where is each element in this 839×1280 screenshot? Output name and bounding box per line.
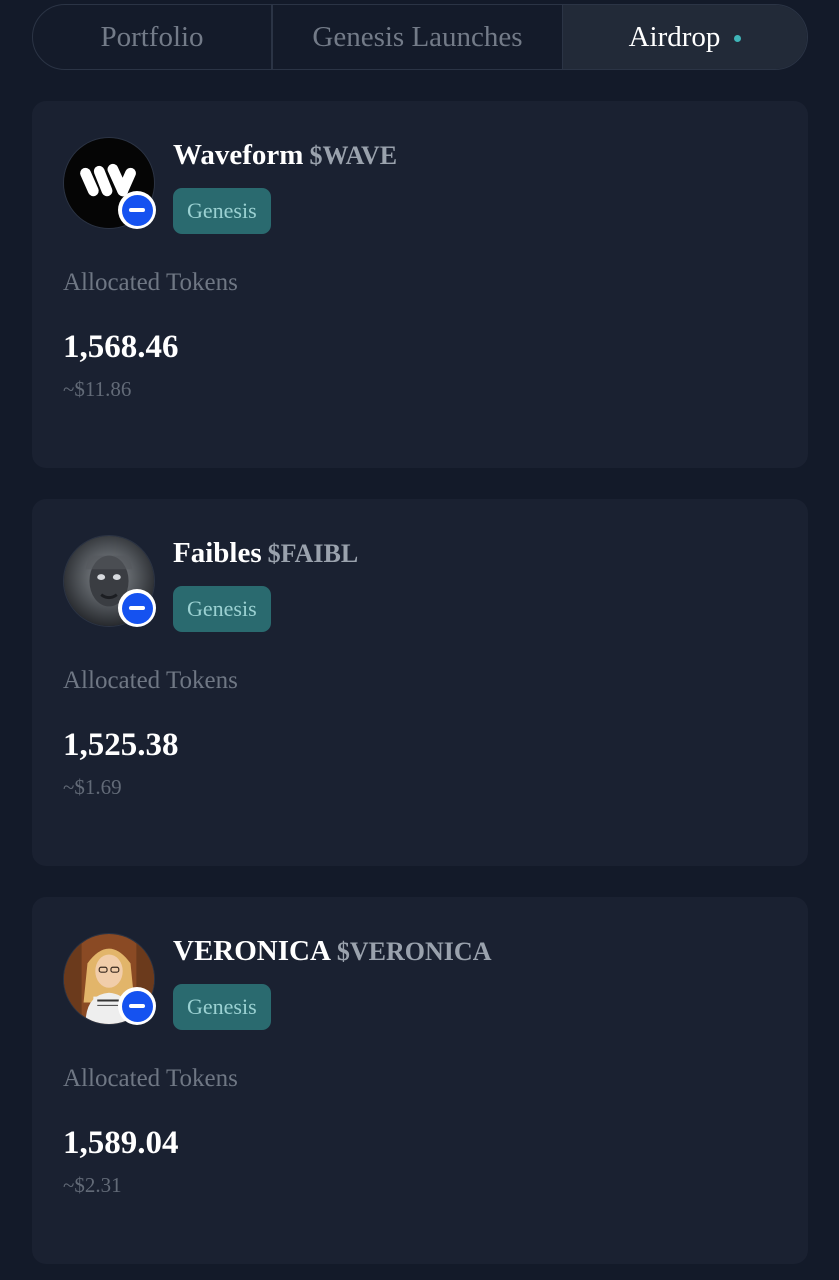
tab-bar: Portfolio Genesis Launches Airdrop — [32, 4, 808, 70]
allocated-tokens-label: Allocated Tokens — [63, 667, 238, 694]
allocated-tokens-label: Allocated Tokens — [63, 1065, 238, 1092]
token-title: Waveform $WAVE — [173, 139, 397, 172]
token-title: VERONICA $VERONICA — [173, 935, 491, 968]
token-ticker: $VERONICA — [336, 937, 492, 966]
token-title: Faibles $FAIBL — [173, 537, 358, 570]
usd-value: ~$2.31 — [63, 1173, 122, 1197]
token-name: VERONICA — [173, 935, 331, 967]
base-chain-icon — [118, 987, 156, 1025]
tab-airdrop[interactable]: Airdrop — [563, 5, 807, 69]
allocated-amount: 1,525.38 — [63, 727, 179, 763]
allocated-tokens-label: Allocated Tokens — [63, 269, 238, 296]
token-avatar — [63, 535, 157, 629]
tab-label: Portfolio — [100, 20, 204, 53]
airdrop-card[interactable]: Faibles $FAIBL Genesis Allocated Tokens 1… — [32, 499, 808, 866]
base-chain-icon — [118, 589, 156, 627]
usd-value: ~$11.86 — [63, 377, 132, 401]
tab-label: Genesis Launches — [312, 20, 523, 53]
token-avatar — [63, 933, 157, 1027]
token-name: Waveform — [173, 139, 304, 171]
token-ticker: $FAIBL — [267, 539, 359, 568]
token-avatar — [63, 137, 157, 231]
active-dot-icon — [734, 34, 742, 42]
genesis-badge: Genesis — [173, 188, 271, 234]
genesis-badge: Genesis — [173, 586, 271, 632]
token-name: Faibles — [173, 537, 262, 569]
token-ticker: $WAVE — [309, 141, 398, 170]
allocated-amount: 1,568.46 — [63, 329, 179, 365]
base-chain-icon — [118, 191, 156, 229]
airdrop-page: Portfolio Genesis Launches Airdrop Wavef… — [0, 0, 839, 1280]
genesis-badge: Genesis — [173, 984, 271, 1030]
tab-label: Airdrop — [628, 20, 721, 53]
tab-genesis-launches[interactable]: Genesis Launches — [273, 5, 563, 69]
airdrop-card[interactable]: Waveform $WAVE Genesis Allocated Tokens 1… — [32, 101, 808, 468]
airdrop-card[interactable]: VERONICA $VERONICA Genesis Allocated Toke… — [32, 897, 808, 1264]
tab-portfolio[interactable]: Portfolio — [33, 5, 273, 69]
allocated-amount: 1,589.04 — [63, 1125, 179, 1161]
usd-value: ~$1.69 — [63, 775, 122, 799]
